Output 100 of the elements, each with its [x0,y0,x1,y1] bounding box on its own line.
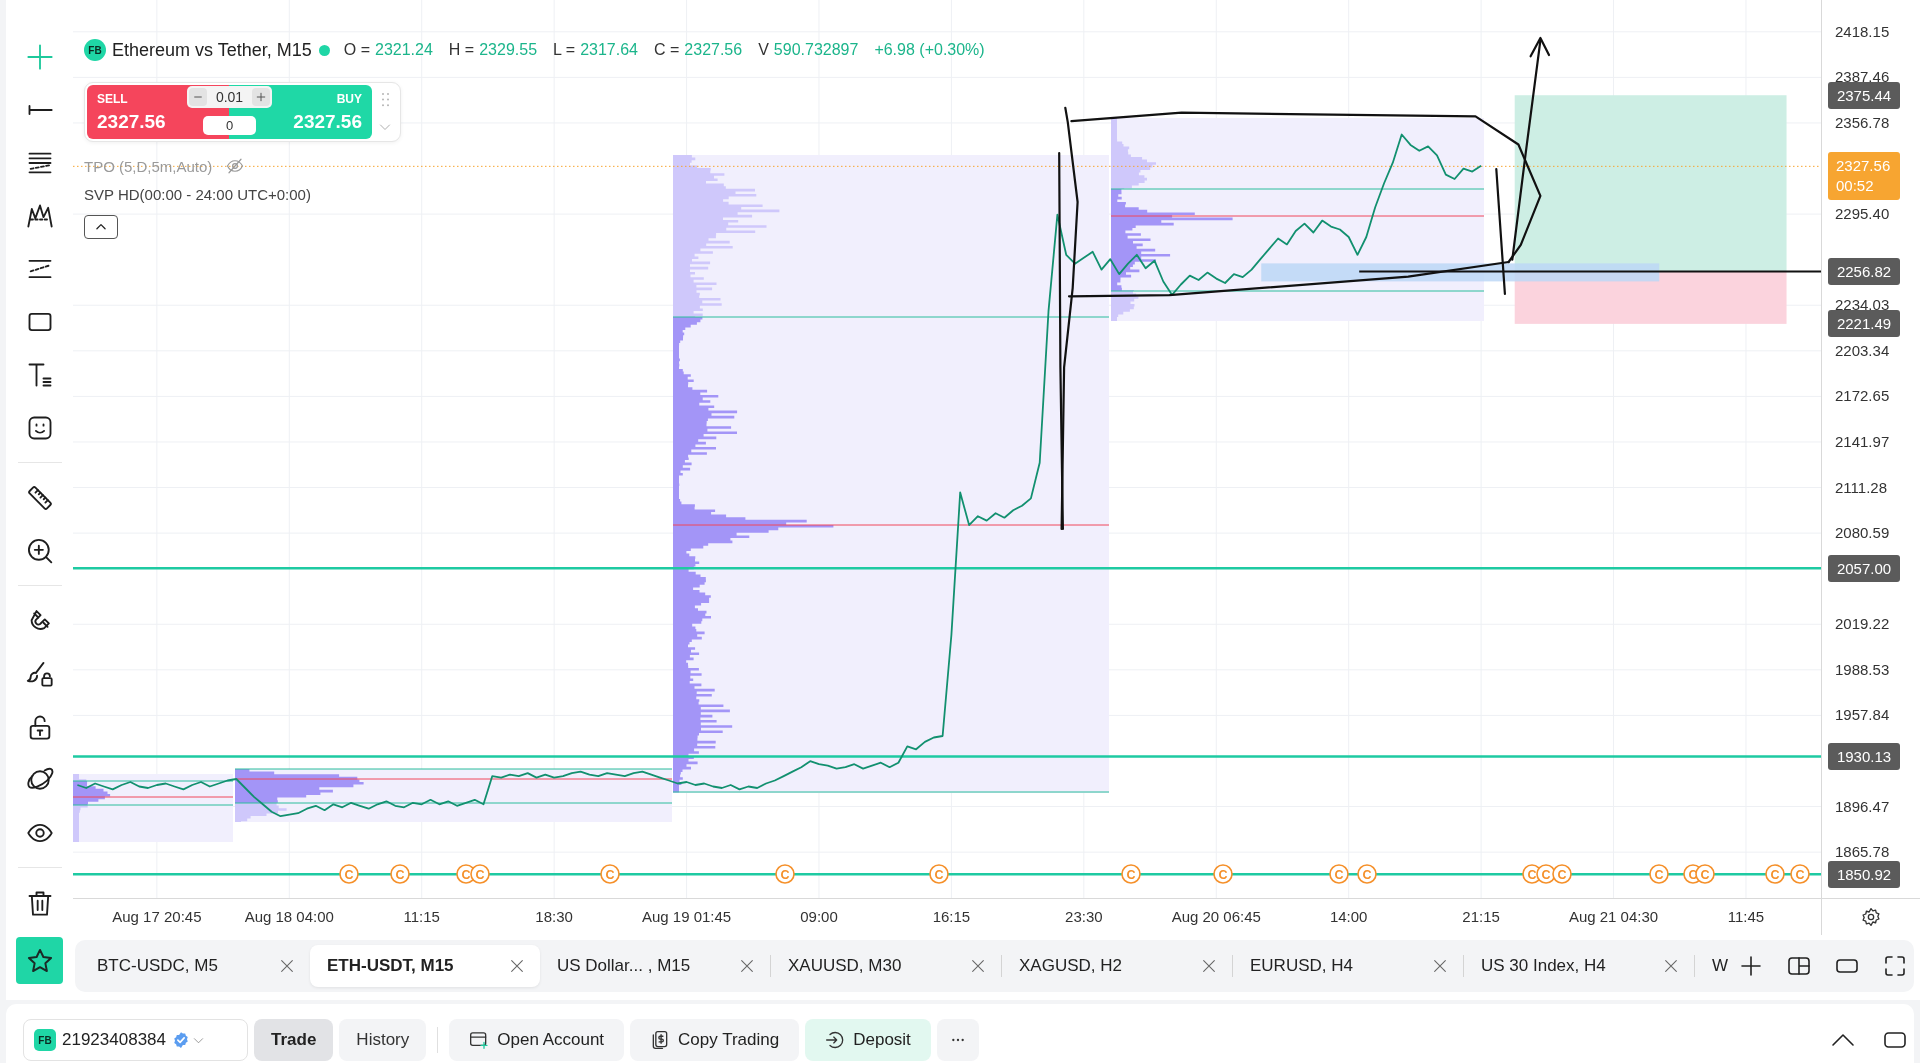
price-tick-label: 2418.15 [1835,22,1890,41]
close-icon [1663,958,1679,974]
event-marker[interactable]: C [1213,864,1233,884]
symbol-logo: FB [84,39,106,61]
watchlist-button[interactable] [16,937,63,984]
price-tick-label: 2172.65 [1835,387,1890,406]
chart-tab[interactable]: XAUUSD, M30 [771,945,1001,987]
price-label: 2221.49 [1828,310,1900,338]
event-marker[interactable]: C [1121,864,1141,884]
close-icon [1201,958,1217,974]
time-tick-label: Aug 17 20:45 [112,908,202,925]
status-dot-icon [318,44,330,56]
event-marker[interactable]: C [775,864,795,884]
time-tick-label: 11:15 [403,908,440,925]
price-label: 2256.82 [1828,257,1900,285]
time-tick-label: 18:30 [535,908,573,925]
event-marker[interactable]: C [1649,864,1669,884]
ohlc-label: C = [654,41,680,59]
ohlc-value: 2321.24 [375,41,433,59]
settings-button[interactable] [1861,907,1881,927]
fullscreen-icon [1883,954,1907,978]
settings-icon [1861,907,1881,927]
view-tab[interactable]: Trade [254,1019,334,1061]
ohlc-label: H = [448,41,475,59]
time-tick-label: 16:15 [932,908,971,925]
ohlc-value: 2327.56 [684,41,743,59]
event-marker[interactable]: C [470,864,490,884]
ruler-icon [25,483,54,512]
chart-tab[interactable]: XAGUSD, H2 [1002,945,1232,987]
copy-trading-button[interactable]: Copy Trading [630,1019,800,1061]
price-tick-label: 2203.34 [1835,341,1890,360]
broker-logo: FB [34,1029,56,1051]
chart-tab[interactable]: EURUSD, H4 [1233,945,1463,987]
time-tick-label: Aug 20 06:45 [1171,908,1261,925]
price-label: 2057.00 [1828,554,1900,582]
drag-handle-icon[interactable] [380,91,390,107]
close-icon [509,958,525,974]
event-marker[interactable]: C [1765,864,1785,884]
indicator-label[interactable]: TPO (5,D,5m,Auto) [84,157,213,175]
price-tick-label: 2019.22 [1835,615,1890,634]
chart-tab[interactable]: BTC-USDC, M5 [80,945,310,987]
event-marker[interactable]: C [339,864,359,884]
chart-tab[interactable]: ETH-USDT, M15 [310,945,540,987]
account-number: 21923408384 [62,1030,166,1050]
time-tick-label: Aug 19 01:45 [641,908,732,925]
time-tick-label: Aug 21 04:30 [1568,908,1659,925]
symbol-title[interactable]: Ethereum vs Tether, M15 [112,39,312,61]
price-tick-label: 2141.97 [1835,432,1890,451]
time-tick-label: 21:15 [1462,908,1500,925]
chart-tab[interactable]: US 30 Index, H4 [1464,945,1694,987]
chart-tab[interactable]: US Dollar... , M15 [540,945,770,987]
time-tick-label: 23:30 [1065,908,1103,925]
star-icon [25,946,54,975]
price-tick-label: 2111.28 [1835,478,1887,497]
time-tick-label: 11:45 [1727,908,1765,925]
ohlc-value: 2329.55 [479,41,538,59]
price-label: 2327.56 [1836,156,1891,177]
event-marker[interactable]: C [1695,864,1715,884]
event-marker[interactable]: C [390,864,410,884]
chart-tab[interactable]: W [1695,945,1729,987]
arrow-into-circle-icon [825,1030,846,1050]
price-tick-label: 1988.53 [1835,660,1890,679]
eye-slash-icon[interactable] [226,157,245,175]
price-tick-label: 2295.40 [1835,205,1890,224]
price-tick-label: 2356.78 [1835,113,1890,132]
price-tick-label: 1957.84 [1835,706,1890,725]
plus-icon [1739,954,1763,978]
event-marker[interactable]: C [1790,864,1810,884]
zoom-in-icon [25,536,54,565]
spread-field: 0 [203,116,256,135]
price-label: 2375.44 [1828,81,1900,109]
ohlc-value: 2317.64 [580,41,638,59]
ohlc-label: V [758,41,769,59]
time-tick-label: 09:00 [800,908,838,925]
deposit-button[interactable]: Deposit [805,1019,931,1061]
price-tick-label: 1865.78 [1835,843,1890,862]
event-marker[interactable]: C [929,864,949,884]
price-tick-label: 2080.59 [1835,524,1890,543]
open-account-button[interactable]: Open Account [449,1019,625,1061]
plus-icon [256,92,266,102]
event-marker[interactable]: C [600,864,620,884]
countdown-label: 00:52 [1836,176,1874,197]
event-marker[interactable]: C [1552,864,1572,884]
price-label: 1930.13 [1828,743,1900,771]
close-icon [739,958,755,974]
card-plus-icon [469,1030,490,1050]
ohlc-label: L = [553,41,576,59]
close-icon [1432,958,1448,974]
event-marker[interactable]: C [1357,864,1377,884]
event-marker[interactable]: C [1329,864,1349,884]
indicator-label[interactable]: SVP HD(00:00 - 24:00 UTC+0:00) [84,185,311,203]
price-tick-label: 1896.47 [1835,797,1890,816]
change-value: +6.98 (+0.30%) [874,41,985,59]
brush-lock-icon [25,659,54,688]
plus-icon [25,42,54,71]
ohlc-label: O = [343,41,370,59]
close-icon [970,958,986,974]
collapse-button[interactable] [84,215,118,239]
view-tab[interactable]: History [339,1019,427,1061]
account-selector[interactable]: FB 21923408384 [23,1019,248,1061]
